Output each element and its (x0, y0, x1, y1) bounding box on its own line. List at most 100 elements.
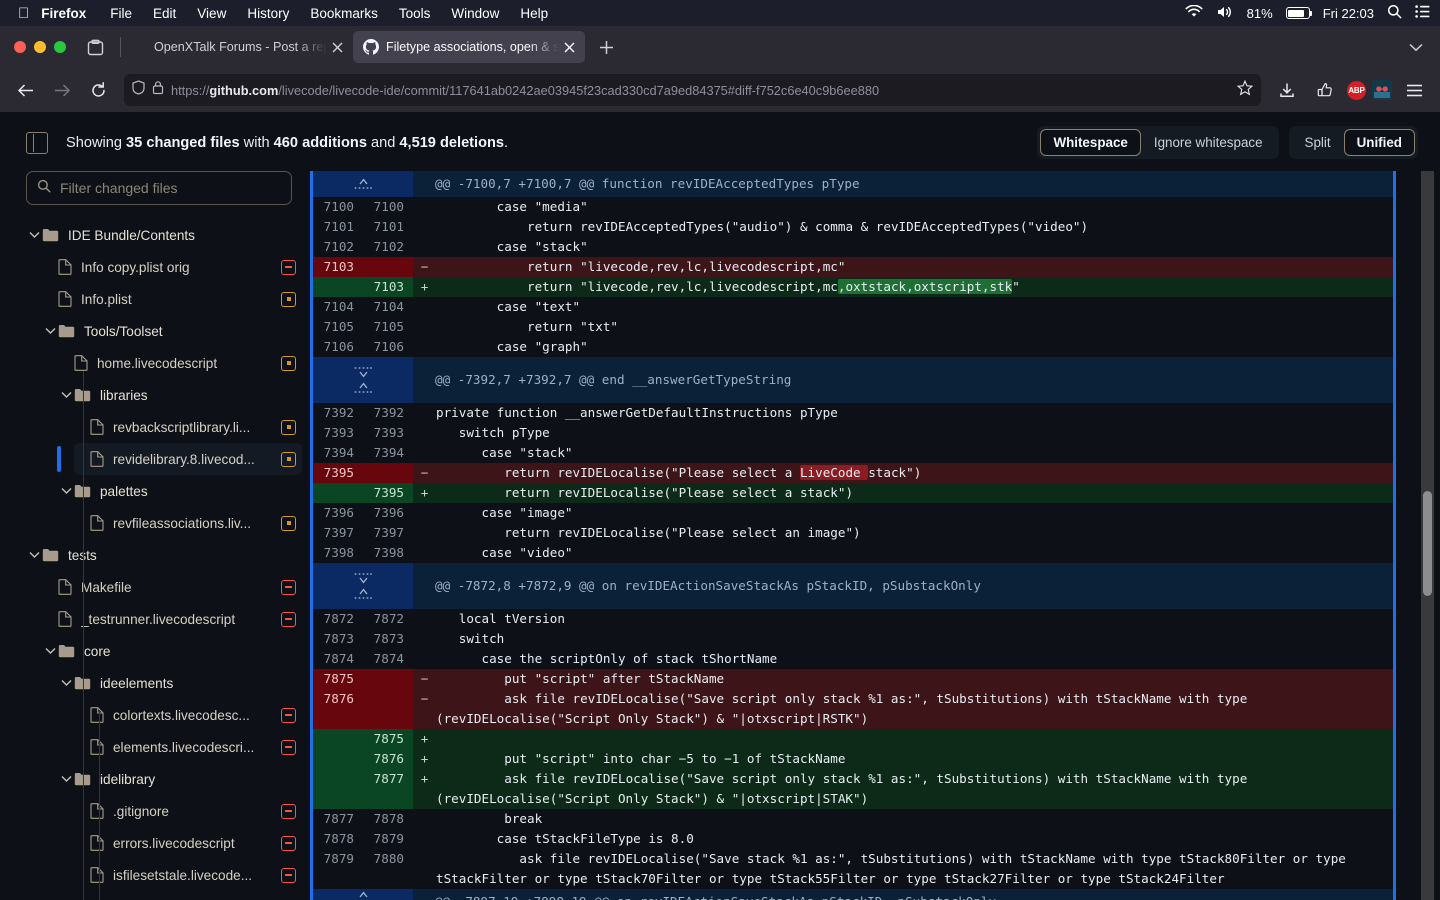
browser-tab-1[interactable]: OpenXTalk Forums - Post a reply (121, 31, 353, 63)
new-tab-button[interactable] (591, 32, 621, 62)
line-number-old[interactable]: 7395 (313, 463, 363, 483)
line-number-new[interactable]: 7879 (363, 829, 413, 849)
line-number-old[interactable] (313, 277, 363, 297)
line-number-old[interactable]: 7873 (313, 629, 363, 649)
tree-folder-row[interactable]: idelibrary (58, 763, 302, 795)
chevron-down-icon[interactable] (42, 647, 58, 655)
tree-file-row[interactable]: revbackscriptlibrary.li... (74, 411, 302, 443)
line-number-old[interactable]: 7394 (313, 443, 363, 463)
line-number-new[interactable]: 7103 (363, 277, 413, 297)
tree-file-row[interactable]: Info.plist (42, 283, 302, 315)
apple-logo-icon[interactable]:  (18, 6, 29, 21)
chevron-down-icon[interactable] (42, 327, 58, 335)
tree-file-row[interactable]: home.livecodescript (58, 347, 302, 379)
line-number-old[interactable]: 7103 (313, 257, 363, 277)
ignore-whitespace-button[interactable]: Ignore whitespace (1141, 129, 1276, 156)
line-number-new[interactable]: 7392 (363, 403, 413, 423)
line-number-new[interactable]: 7878 (363, 809, 413, 829)
line-number-old[interactable]: 7876 (313, 689, 363, 729)
browser-tab-2[interactable]: Filetype associations, open & sa (353, 31, 585, 63)
forward-arrow-icon[interactable] (46, 74, 78, 106)
menubar-item-bookmarks[interactable]: Bookmarks (310, 6, 378, 21)
padlock-icon[interactable] (152, 80, 164, 100)
menubar-item-tools[interactable]: Tools (399, 6, 431, 21)
filter-changed-files-input[interactable]: Filter changed files (26, 171, 292, 205)
avatar-icon[interactable] (1372, 80, 1392, 100)
line-number-old[interactable]: 7106 (313, 337, 363, 357)
page-scrollbar[interactable] (1421, 171, 1434, 900)
menubar-item-help[interactable]: Help (520, 6, 548, 21)
close-icon[interactable] (327, 37, 347, 57)
sidebar-toggle-icon[interactable] (26, 131, 48, 154)
line-number-new[interactable]: 7106 (363, 337, 413, 357)
line-number-old[interactable]: 7100 (313, 197, 363, 217)
tree-file-row[interactable]: errors.livecodescript (74, 827, 302, 859)
line-number-old[interactable]: 7398 (313, 543, 363, 563)
line-number-new[interactable]: 7102 (363, 237, 413, 257)
tree-file-row[interactable]: revfileassociations.liv... (74, 507, 302, 539)
volume-icon[interactable] (1216, 5, 1234, 22)
tree-folder-row[interactable]: ideelements (58, 667, 302, 699)
tree-file-row[interactable]: colortexts.livecodesc... (74, 699, 302, 731)
close-icon[interactable] (559, 37, 579, 57)
line-number-new[interactable]: 7876 (363, 749, 413, 769)
line-number-new[interactable]: 7875 (363, 729, 413, 749)
line-number-old[interactable]: 7397 (313, 523, 363, 543)
line-number-new[interactable]: 7395 (363, 483, 413, 503)
chevron-down-icon[interactable] (58, 487, 74, 495)
line-number-new[interactable] (363, 463, 413, 483)
tree-folder-row[interactable]: palettes (58, 475, 302, 507)
line-number-new[interactable]: 7105 (363, 317, 413, 337)
line-number-new[interactable]: 7397 (363, 523, 413, 543)
thumbs-up-extension-icon[interactable] (1309, 74, 1341, 106)
line-number-old[interactable]: 7872 (313, 609, 363, 629)
expand-hunk-button[interactable] (313, 889, 413, 900)
split-view-button[interactable]: Split (1292, 129, 1344, 156)
menubar-item-edit[interactable]: Edit (153, 6, 176, 21)
url-text[interactable]: https://github.com/livecode/livecode-ide… (171, 83, 1230, 98)
line-number-old[interactable]: 7102 (313, 237, 363, 257)
menubar-item-file[interactable]: File (110, 6, 132, 21)
battery-icon[interactable] (1285, 7, 1313, 19)
line-number-old[interactable] (313, 729, 363, 749)
reload-icon[interactable] (82, 74, 114, 106)
line-number-old[interactable]: 7393 (313, 423, 363, 443)
expand-hunk-button[interactable] (313, 171, 413, 197)
line-number-old[interactable]: 7392 (313, 403, 363, 423)
expand-hunk-button[interactable] (313, 563, 413, 609)
tree-file-row[interactable]: _testrunner.livecodescript (42, 603, 302, 635)
chevron-down-icon[interactable] (1400, 32, 1432, 62)
wifi-icon[interactable] (1185, 4, 1203, 21)
shield-icon[interactable] (132, 80, 145, 100)
chevron-down-icon[interactable] (58, 391, 74, 399)
chevron-down-icon[interactable] (58, 775, 74, 783)
line-number-old[interactable]: 7879 (313, 849, 363, 889)
menubar-item-window[interactable]: Window (451, 6, 499, 21)
expand-hunk-button[interactable] (313, 357, 413, 403)
menubar-item-view[interactable]: View (197, 6, 226, 21)
tab-list-icon[interactable] (80, 32, 110, 62)
tree-folder-row[interactable]: tests (26, 539, 302, 571)
window-maximize-button[interactable] (54, 41, 66, 53)
tree-folder-row[interactable]: IDE Bundle/Contents (26, 219, 302, 251)
line-number-new[interactable]: 7398 (363, 543, 413, 563)
line-number-new[interactable] (363, 257, 413, 277)
chevron-down-icon[interactable] (58, 679, 74, 687)
line-number-old[interactable]: 7878 (313, 829, 363, 849)
line-number-old[interactable]: 7875 (313, 669, 363, 689)
line-number-new[interactable]: 7394 (363, 443, 413, 463)
adblock-plus-icon[interactable]: ABP (1347, 80, 1366, 100)
line-number-new[interactable] (363, 669, 413, 689)
unified-view-button[interactable]: Unified (1343, 129, 1415, 156)
line-number-new[interactable]: 7872 (363, 609, 413, 629)
line-number-new[interactable]: 7101 (363, 217, 413, 237)
hamburger-menu-icon[interactable] (1398, 74, 1430, 106)
url-bar[interactable]: https://github.com/livecode/livecode-ide… (124, 74, 1261, 106)
line-number-old[interactable] (313, 483, 363, 503)
whitespace-button[interactable]: Whitespace (1040, 129, 1141, 156)
line-number-old[interactable]: 7874 (313, 649, 363, 669)
download-icon[interactable] (1271, 74, 1303, 106)
chevron-down-icon[interactable] (26, 231, 42, 239)
tree-folder-row[interactable]: libraries (58, 379, 302, 411)
spotlight-search-icon[interactable] (1387, 4, 1402, 22)
